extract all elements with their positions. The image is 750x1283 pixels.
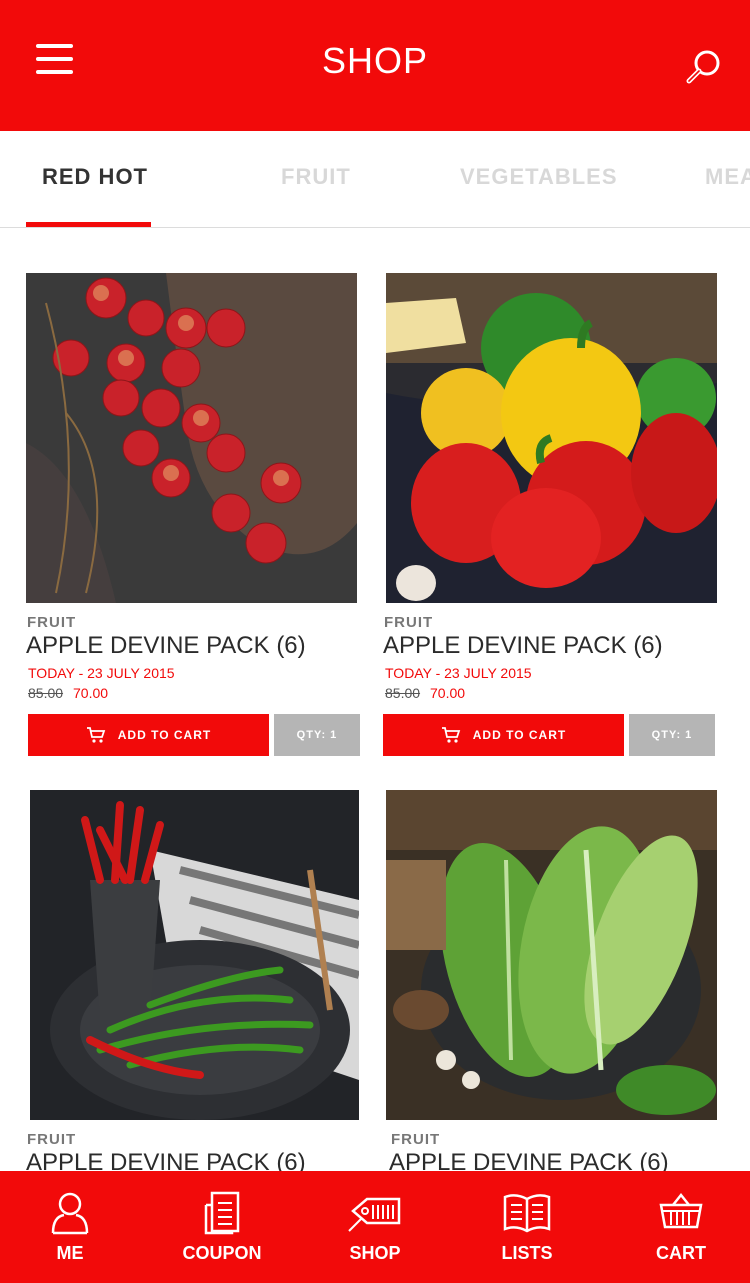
- product-name[interactable]: APPLE DEVINE PACK (6): [26, 632, 306, 660]
- product-card: FRUIT APPLE DEVINE PACK (6) TODAY - 23 J…: [26, 273, 361, 758]
- product-category: FRUIT: [27, 614, 77, 631]
- product-image-apples[interactable]: [26, 273, 357, 603]
- product-image-chili-peppers[interactable]: [30, 790, 359, 1120]
- old-price: 85.00: [28, 685, 64, 701]
- nav-me[interactable]: ME: [10, 1171, 130, 1283]
- product-image-bell-peppers[interactable]: [386, 273, 717, 603]
- product-card: FRUIT APPLE DEVINE PACK (6) TODAY - 23 J…: [383, 273, 718, 758]
- sale-price: 70.00: [73, 685, 109, 701]
- quantity-selector[interactable]: QTY: 1: [629, 714, 715, 756]
- product-category: FRUIT: [391, 1131, 441, 1148]
- product-name[interactable]: APPLE DEVINE PACK (6): [383, 632, 663, 660]
- cart-icon: [86, 727, 106, 743]
- page-title: SHOP: [321, 40, 429, 81]
- nav-coupon-label: COUPON: [182, 1243, 262, 1263]
- nav-cart-label: CART: [656, 1243, 706, 1263]
- user-icon: [10, 1191, 130, 1237]
- product-name[interactable]: APPLE DEVINE PACK (6): [389, 1149, 669, 1171]
- tab-red-hot[interactable]: RED HOT: [42, 164, 148, 190]
- search-icon[interactable]: [684, 48, 724, 88]
- sale-price: 70.00: [430, 685, 466, 701]
- product-card: FRUIT APPLE DEVINE PACK (6): [26, 790, 361, 1171]
- coupon-document-icon: [162, 1191, 282, 1237]
- tab-vegetables[interactable]: VEGETABLES: [460, 164, 618, 190]
- bottom-navigation: ME COUPON SHOP LISTS CART: [0, 1171, 750, 1283]
- nav-cart[interactable]: CART: [621, 1171, 741, 1283]
- add-to-cart-button[interactable]: ADD TO CART: [383, 714, 624, 756]
- product-card: FRUIT APPLE DEVINE PACK (6): [383, 790, 718, 1171]
- product-image-romaine-lettuce[interactable]: [386, 790, 717, 1120]
- tab-fruit[interactable]: FRUIT: [281, 164, 351, 190]
- open-book-icon: [467, 1191, 587, 1237]
- old-price: 85.00: [385, 685, 421, 701]
- add-to-cart-label: ADD TO CART: [472, 728, 567, 742]
- nav-shop[interactable]: SHOP: [315, 1171, 435, 1283]
- nav-lists[interactable]: LISTS: [467, 1171, 587, 1283]
- add-to-cart-button[interactable]: ADD TO CART: [28, 714, 269, 756]
- price-tag-icon: [315, 1191, 435, 1237]
- nav-shop-label: SHOP: [349, 1243, 401, 1263]
- app-header: SHOP: [0, 0, 750, 131]
- shopping-basket-icon: [621, 1191, 741, 1237]
- category-tabs: RED HOT FRUIT VEGETABLES MEA: [0, 131, 750, 228]
- product-category: FRUIT: [384, 614, 434, 631]
- quantity-selector[interactable]: QTY: 1: [274, 714, 360, 756]
- nav-lists-label: LISTS: [501, 1243, 553, 1263]
- product-name[interactable]: APPLE DEVINE PACK (6): [26, 1149, 306, 1171]
- cart-icon: [441, 727, 461, 743]
- product-category: FRUIT: [27, 1131, 77, 1148]
- add-to-cart-label: ADD TO CART: [117, 728, 212, 742]
- nav-me-label: ME: [56, 1243, 84, 1263]
- offer-date: TODAY - 23 JULY 2015: [28, 665, 175, 681]
- tab-meat[interactable]: MEA: [705, 164, 750, 190]
- active-tab-indicator: [26, 222, 151, 227]
- nav-coupon[interactable]: COUPON: [162, 1171, 282, 1283]
- offer-date: TODAY - 23 JULY 2015: [385, 665, 532, 681]
